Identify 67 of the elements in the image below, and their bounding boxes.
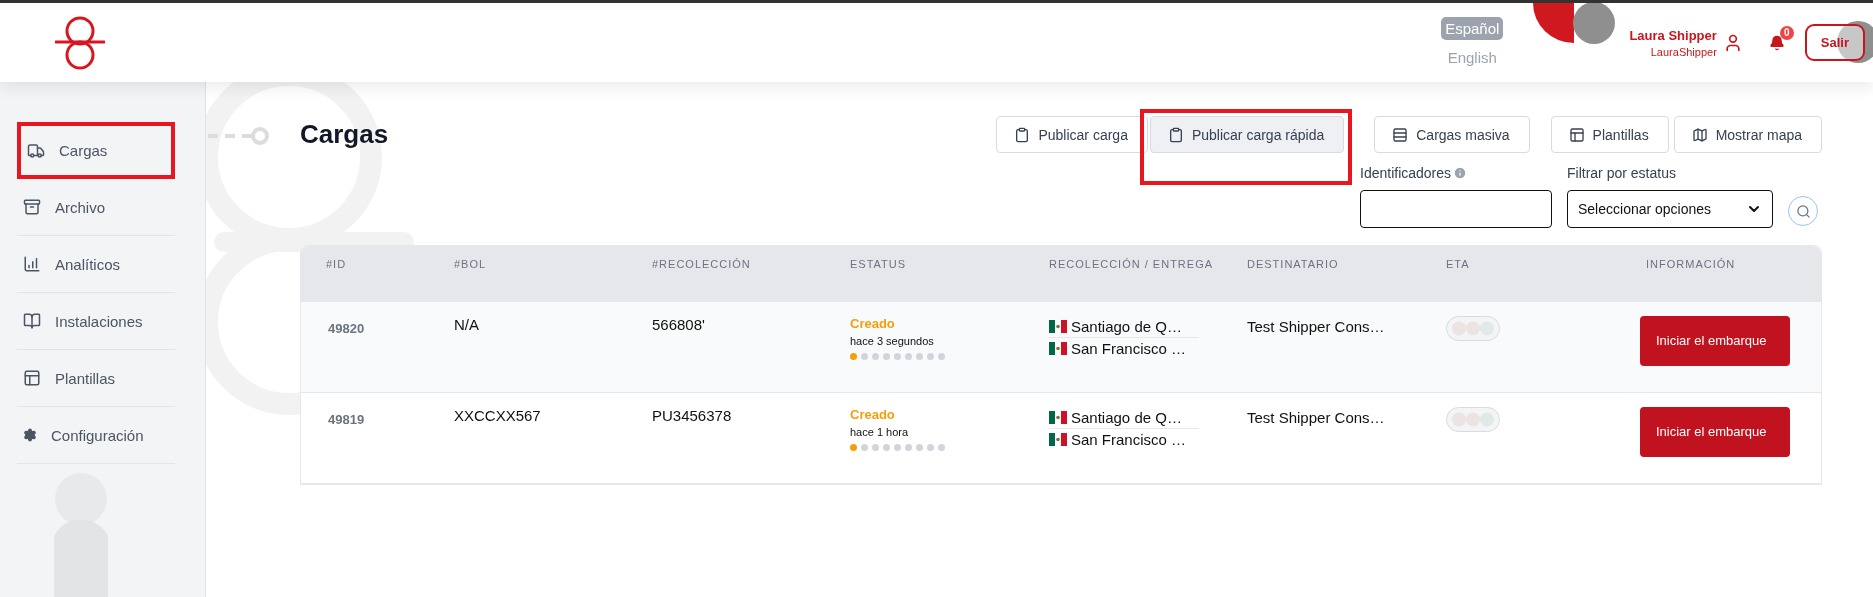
- clipboard-icon: [1014, 126, 1031, 143]
- identifiers-field[interactable]: [1360, 190, 1552, 228]
- clipboard-icon: [1167, 126, 1184, 143]
- sidebar-item[interactable]: Instalaciones: [17, 293, 175, 350]
- sidebar-item[interactable]: Cargas: [17, 122, 175, 179]
- layout-icon: [1568, 126, 1585, 143]
- toolbar-button[interactable]: Publicar carga: [996, 116, 1148, 153]
- pickup-location: Santiago de Q…: [1071, 409, 1182, 426]
- truck-icon: [27, 141, 45, 160]
- toolbar-button[interactable]: Publicar carga rápida: [1149, 116, 1345, 153]
- mexico-flag-icon: [1049, 320, 1067, 333]
- map-icon: [1691, 126, 1708, 143]
- notification-count: 0: [1779, 25, 1794, 40]
- column-header: DESTINATARIO: [1247, 257, 1340, 272]
- sidebar-item[interactable]: Configuración: [17, 407, 175, 464]
- status-label: Creado: [850, 407, 896, 422]
- column-header: #BOL: [454, 257, 488, 272]
- table-cell-text: 49820: [327, 321, 366, 336]
- mexico-flag-icon: [1049, 342, 1067, 355]
- archive-box-icon: [23, 198, 41, 216]
- stacked-rows-icon: [1392, 126, 1409, 143]
- table-cell-text: XXCCXX567: [454, 407, 542, 424]
- search-icon: [1795, 203, 1811, 219]
- toolbar-button[interactable]: Cargas masiva: [1374, 116, 1530, 153]
- column-header: RECOLECCIÓN / ENTREGA: [1049, 257, 1215, 272]
- sidebar-item[interactable]: Plantillas: [17, 350, 175, 407]
- table-cell-text: Test Shipper Cons…: [1247, 409, 1386, 426]
- status-time: hace 1 hora: [850, 426, 910, 438]
- column-header: INFORMACIÓN: [1646, 257, 1737, 272]
- delivery-location: San Francisco …: [1071, 340, 1187, 357]
- mexico-flag-icon: [1049, 433, 1067, 446]
- status-time: hace 3 segundos: [850, 335, 935, 347]
- column-header: #RECOLECCIÓN: [652, 257, 752, 272]
- toolbar-button[interactable]: Plantillas: [1550, 116, 1669, 153]
- table-cell-text: N/A: [454, 316, 480, 333]
- logout-button[interactable]: Salir: [1804, 24, 1865, 61]
- search-button[interactable]: [1788, 196, 1818, 226]
- table-cell-text: 49819: [327, 412, 366, 427]
- eta-indicator-icon: [1446, 316, 1500, 341]
- sidebar-item[interactable]: Analíticos: [17, 236, 175, 293]
- field-label: Filtrar por estatus: [1567, 165, 1677, 181]
- sidebar-item[interactable]: Archivo: [17, 179, 175, 236]
- bar-chart-icon: [23, 255, 41, 273]
- start-shipment-button[interactable]: Iniciar el embarque: [1640, 407, 1790, 457]
- column-header: #ID: [326, 257, 348, 272]
- notification-bell-icon[interactable]: [1768, 34, 1785, 51]
- page-title: Cargas: [300, 119, 389, 150]
- settings-icon: [23, 428, 37, 442]
- table-cell-text: 566808': [652, 316, 706, 333]
- status-dropdown[interactable]: Seleccionar opciones: [1567, 190, 1773, 228]
- pickup-location: Santiago de Q…: [1071, 318, 1182, 335]
- user-handle: LauraShipper: [1650, 45, 1717, 58]
- logo-icon[interactable]: [55, 15, 105, 70]
- mexico-flag-icon: [1049, 411, 1067, 424]
- table-cell-text: PU3456378: [652, 407, 733, 424]
- column-header: ESTATUS: [850, 257, 908, 272]
- layout-icon: [23, 369, 41, 387]
- toolbar-button[interactable]: Mostrar mapa: [1673, 116, 1822, 153]
- book-icon: [23, 312, 41, 330]
- field-label: Identificadores: [1360, 165, 1452, 181]
- start-shipment-button[interactable]: Iniciar el embarque: [1640, 316, 1790, 366]
- status-label: Creado: [850, 316, 896, 331]
- user-name: Laura Shipper: [1629, 27, 1717, 43]
- column-header: ETA: [1446, 257, 1471, 272]
- table-cell-text: Test Shipper Cons…: [1247, 318, 1386, 335]
- eta-indicator-icon: [1446, 407, 1500, 432]
- delivery-location: San Francisco …: [1071, 431, 1187, 448]
